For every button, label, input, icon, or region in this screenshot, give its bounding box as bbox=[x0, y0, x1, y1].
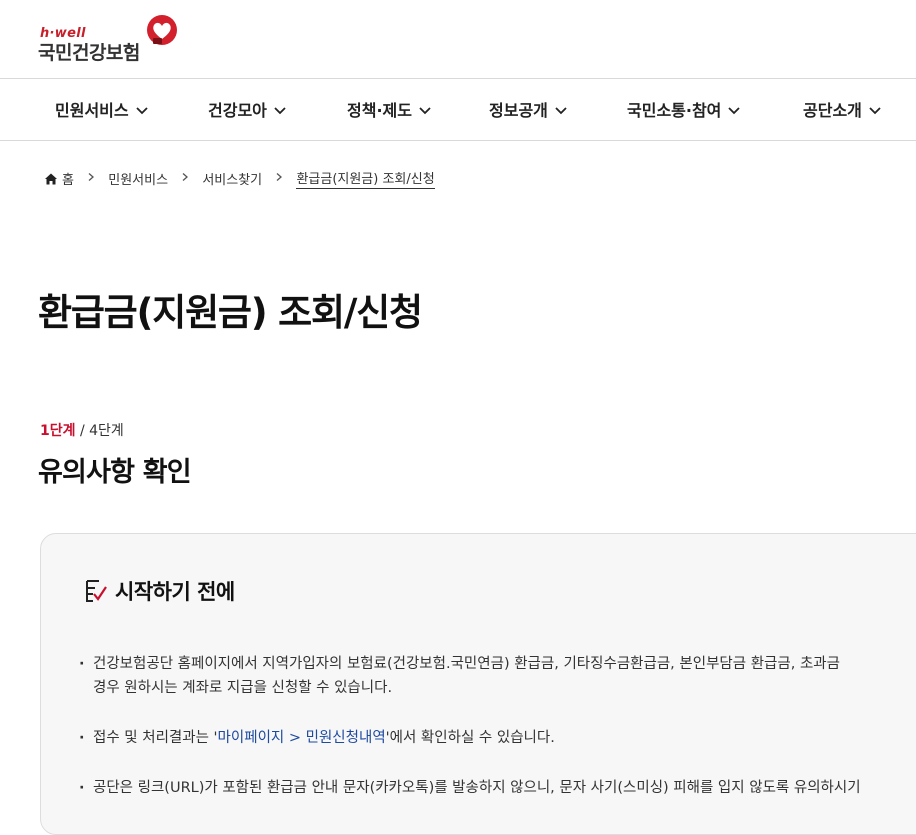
nav-info-disclosure[interactable]: 정보공개 bbox=[489, 97, 568, 121]
notice-header: 시작하기 전에 bbox=[83, 576, 235, 606]
chevron-right-icon bbox=[182, 173, 189, 181]
chevron-down-icon bbox=[869, 107, 881, 115]
breadcrumb-item[interactable]: 서비스찾기 bbox=[202, 169, 262, 188]
notice-item-text: 공단은 링크(URL)가 포함된 환급금 안내 문자(카카오톡)를 발송하지 않… bbox=[93, 780, 861, 796]
chevron-down-icon bbox=[555, 107, 567, 115]
notice-item: 접수 및 처리결과는 '마이페이지 > 민원신청내역'에서 확인하실 수 있습니… bbox=[79, 726, 916, 750]
heart-logo-icon bbox=[147, 15, 177, 45]
notice-item-text: 경우 원하시는 계좌로 지급을 신청할 수 있습니다. bbox=[93, 680, 393, 696]
main-navigation: 민원서비스 건강모아 정책·제도 정보공개 국민소통·참여 공단소개 bbox=[0, 78, 916, 141]
step-indicator: 1단계 / 4단계 bbox=[40, 420, 124, 440]
notice-item-text: '에서 확인하실 수 있습니다. bbox=[385, 730, 555, 746]
home-icon bbox=[45, 173, 57, 185]
logo-text: 국민건강보험 bbox=[38, 42, 140, 64]
nav-label: 정보공개 bbox=[489, 101, 548, 120]
notice-item: 공단은 링크(URL)가 포함된 환급금 안내 문자(카카오톡)를 발송하지 않… bbox=[79, 776, 916, 800]
nav-label: 공단소개 bbox=[803, 101, 862, 120]
nav-label: 건강모아 bbox=[208, 101, 267, 120]
step-total: / 4단계 bbox=[75, 423, 124, 439]
chevron-down-icon bbox=[274, 107, 286, 115]
breadcrumb-current[interactable]: 환급금(지원금) 조회/신청 bbox=[296, 168, 435, 189]
chevron-down-icon bbox=[135, 107, 148, 115]
breadcrumb-home[interactable]: 홈 bbox=[44, 169, 74, 188]
nhis-logo[interactable]: h·well 국민건강보험 bbox=[38, 14, 188, 64]
nav-label: 국민소통·참여 bbox=[627, 101, 722, 120]
nav-policy[interactable]: 정책·제도 bbox=[347, 97, 432, 121]
notice-panel: 시작하기 전에 건강보험공단 홈페이지에서 지역가입자의 보험료(건강보험.국민… bbox=[40, 533, 916, 835]
site-header: h·well 국민건강보험 bbox=[0, 0, 916, 79]
notice-list: 건강보험공단 홈페이지에서 지역가입자의 보험료(건강보험.국민연금) 환급금,… bbox=[79, 652, 916, 826]
mypage-request-link[interactable]: 마이페이지 > 민원신청내역 bbox=[218, 730, 386, 746]
nav-label: 정책·제도 bbox=[347, 101, 412, 120]
nav-label: 민원서비스 bbox=[55, 101, 129, 120]
nav-civil-service[interactable]: 민원서비스 bbox=[55, 97, 149, 121]
chevron-down-icon bbox=[419, 107, 431, 115]
notice-item-text: 접수 및 처리결과는 ' bbox=[93, 730, 218, 746]
notice-title: 시작하기 전에 bbox=[115, 580, 235, 604]
chevron-right-icon bbox=[88, 173, 95, 181]
nav-health-moa[interactable]: 건강모아 bbox=[208, 97, 287, 121]
chevron-down-icon bbox=[728, 107, 741, 115]
notice-item: 건강보험공단 홈페이지에서 지역가입자의 보험료(건강보험.국민연금) 환급금,… bbox=[79, 652, 916, 700]
chevron-right-icon bbox=[276, 173, 283, 181]
checklist-icon bbox=[86, 580, 107, 602]
breadcrumb-item[interactable]: 민원서비스 bbox=[108, 169, 168, 188]
notice-item-text: 건강보험공단 홈페이지에서 지역가입자의 보험료(건강보험.국민연금) 환급금,… bbox=[93, 656, 840, 672]
breadcrumb: 홈 민원서비스 서비스찾기 환급금(지원금) 조회/신청 bbox=[44, 168, 435, 190]
page-title: 환급금(지원금) 조회/신청 bbox=[38, 291, 423, 334]
nav-about[interactable]: 공단소개 bbox=[803, 97, 882, 121]
step-title: 유의사항 확인 bbox=[38, 457, 192, 488]
step-current: 1단계 bbox=[40, 423, 76, 439]
nav-communication[interactable]: 국민소통·참여 bbox=[627, 97, 741, 121]
breadcrumb-home-label: 홈 bbox=[62, 173, 74, 188]
